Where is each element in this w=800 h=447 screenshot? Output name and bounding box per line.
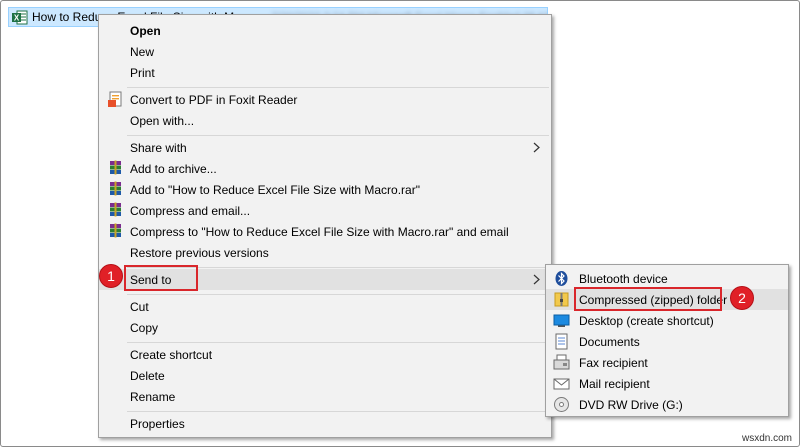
menu-item-label: Properties (130, 417, 185, 431)
menu-item-label: Cut (130, 300, 149, 314)
submenu-item-desktop[interactable]: Desktop (create shortcut) (546, 310, 788, 331)
send-to-highlight-box (124, 265, 198, 291)
menu-item-label: Open (130, 24, 161, 38)
watermark-text: wsxdn.com (741, 433, 792, 444)
menu-item-new[interactable]: New (99, 41, 551, 62)
desktop-icon (553, 314, 570, 327)
documents-icon (555, 333, 568, 350)
menu-separator (127, 294, 549, 295)
mail-icon (553, 378, 570, 390)
menu-item-label: Share with (130, 141, 187, 155)
menu-item-label: Compress and email... (130, 204, 251, 218)
menu-item-restore[interactable]: Restore previous versions (99, 242, 551, 263)
menu-item-create-shortcut[interactable]: Create shortcut (99, 344, 551, 365)
menu-item-delete[interactable]: Delete (99, 365, 551, 386)
menu-item-label: Compress to "How to Reduce Excel File Si… (130, 225, 509, 239)
menu-separator (127, 135, 549, 136)
svg-text:X: X (14, 13, 20, 22)
menu-item-copy[interactable]: Copy (99, 317, 551, 338)
submenu-item-bluetooth[interactable]: Bluetooth device (546, 268, 788, 289)
submenu-item-label: Mail recipient (579, 377, 650, 391)
submenu-item-mail[interactable]: Mail recipient (546, 373, 788, 394)
step-2-badge: 2 (730, 286, 754, 310)
menu-item-convert-pdf[interactable]: Convert to PDF in Foxit Reader (99, 89, 551, 110)
menu-separator (127, 411, 549, 412)
submenu-item-label: Fax recipient (579, 356, 648, 370)
menu-item-label: Open with... (130, 114, 195, 128)
menu-item-compress-email[interactable]: Compress and email... (99, 200, 551, 221)
menu-item-open-with[interactable]: Open with... (99, 110, 551, 131)
menu-item-label: Copy (130, 321, 159, 335)
menu-item-label: New (130, 45, 155, 59)
excel-file-icon: X (12, 10, 28, 24)
menu-item-label: Restore previous versions (130, 246, 269, 260)
menu-item-cut[interactable]: Cut (99, 296, 551, 317)
menu-separator (127, 87, 549, 88)
menu-item-label: Create shortcut (130, 348, 213, 362)
submenu-item-label: Desktop (create shortcut) (579, 314, 714, 328)
menu-item-label: Add to archive... (130, 162, 217, 176)
menu-item-rename[interactable]: Rename (99, 386, 551, 407)
menu-item-label: Print (130, 66, 155, 80)
menu-item-label: Convert to PDF in Foxit Reader (130, 93, 298, 107)
menu-item-share-with[interactable]: Share with (99, 137, 551, 158)
context-menu: Open New Print Convert to PDF in Foxit R… (98, 14, 552, 438)
foxit-pdf-icon (108, 91, 122, 107)
dvd-drive-icon (554, 397, 569, 412)
fax-icon (553, 354, 570, 370)
winrar-icon (110, 160, 121, 175)
submenu-item-dvd-drive[interactable]: DVD RW Drive (G:) (546, 394, 788, 415)
menu-item-label: Delete (130, 369, 165, 383)
submenu-item-fax[interactable]: Fax recipient (546, 352, 788, 373)
submenu-item-label: Documents (579, 335, 640, 349)
winrar-icon (110, 181, 121, 196)
menu-item-add-archive[interactable]: Add to archive... (99, 158, 551, 179)
chevron-right-icon (533, 142, 540, 153)
menu-item-compress-rar-email[interactable]: Compress to "How to Reduce Excel File Si… (99, 221, 551, 242)
menu-item-label: Add to "How to Reduce Excel File Size wi… (130, 183, 420, 197)
submenu-item-label: DVD RW Drive (G:) (579, 398, 683, 412)
winrar-icon (110, 223, 121, 238)
submenu-item-documents[interactable]: Documents (546, 331, 788, 352)
menu-separator (127, 342, 549, 343)
menu-item-open[interactable]: Open (99, 20, 551, 41)
submenu-item-label: Bluetooth device (579, 272, 668, 286)
menu-item-add-rar[interactable]: Add to "How to Reduce Excel File Size wi… (99, 179, 551, 200)
bluetooth-icon (555, 271, 568, 286)
compressed-folder-highlight-box (574, 287, 722, 311)
step-1-badge: 1 (99, 264, 123, 288)
menu-item-label: Rename (130, 390, 176, 404)
chevron-right-icon (533, 274, 540, 285)
menu-item-print[interactable]: Print (99, 62, 551, 83)
zip-folder-icon (554, 292, 569, 307)
menu-item-properties[interactable]: Properties (99, 413, 551, 434)
winrar-icon (110, 202, 121, 217)
